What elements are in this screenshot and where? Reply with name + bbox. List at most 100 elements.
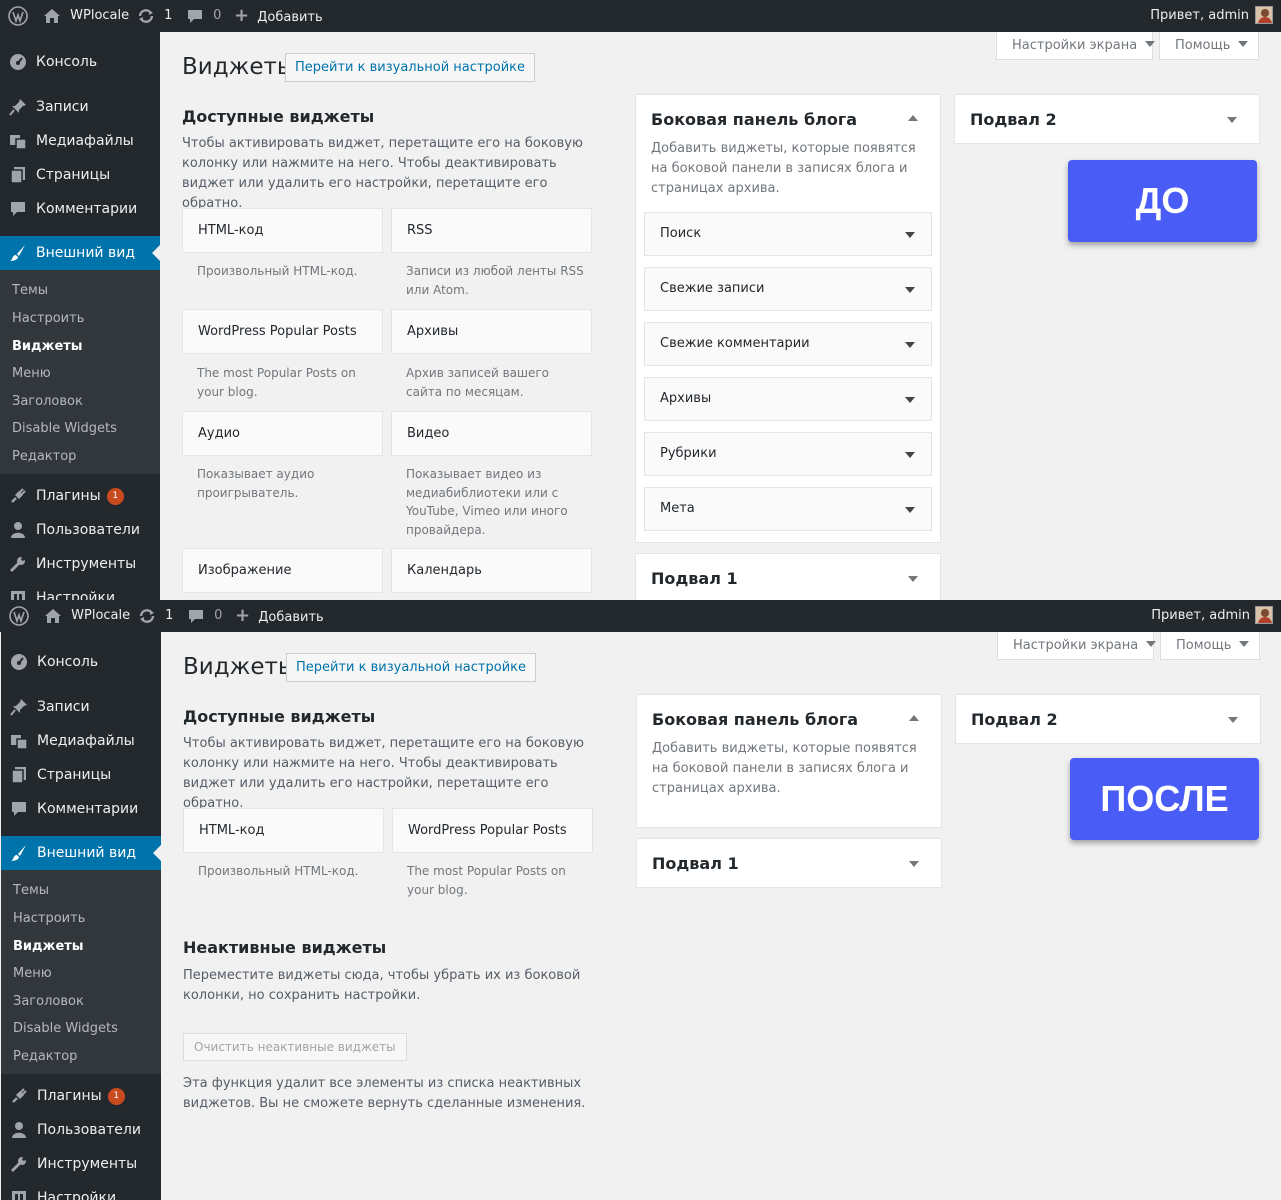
blog-sidebar-area[interactable]: Боковая панель блога Добавить виджеты, к… bbox=[635, 94, 941, 543]
caret-down-icon[interactable] bbox=[905, 397, 915, 403]
sidebar-widget-categories[interactable]: Рубрики bbox=[644, 432, 932, 476]
menu-media[interactable]: Медиафайлы bbox=[0, 124, 160, 158]
widget-html[interactable]: HTML-код bbox=[183, 808, 384, 853]
submenu-editor[interactable]: Редактор bbox=[13, 1047, 77, 1067]
menu-label: Плагины bbox=[36, 488, 101, 504]
caret-down-icon[interactable] bbox=[905, 507, 915, 513]
comments-link[interactable]: 0 bbox=[187, 600, 222, 632]
caret-up-icon[interactable] bbox=[908, 115, 918, 121]
blog-sidebar-area[interactable]: Боковая панель блога Добавить виджеты, к… bbox=[636, 694, 942, 828]
submenu-editor[interactable]: Редактор bbox=[12, 447, 76, 467]
menu-comments[interactable]: Комментарии bbox=[0, 192, 160, 226]
menu-label: Комментарии bbox=[36, 201, 138, 217]
menu-settings[interactable]: Настройки bbox=[1, 1181, 161, 1200]
avatar[interactable] bbox=[1255, 6, 1273, 24]
menu-tools[interactable]: Инструменты bbox=[1, 1147, 161, 1181]
user-icon bbox=[11, 522, 25, 538]
submenu-themes[interactable]: Темы bbox=[13, 881, 49, 901]
widget-image[interactable]: Изображение bbox=[182, 548, 383, 593]
caret-down-icon[interactable] bbox=[909, 861, 919, 867]
caret-down-icon[interactable] bbox=[905, 342, 915, 348]
sidebar-widget-recent-posts[interactable]: Свежие записи bbox=[644, 267, 932, 311]
avatar[interactable] bbox=[1255, 606, 1273, 624]
add-new-link[interactable]: + Добавить bbox=[234, 0, 323, 32]
updates-icon bbox=[138, 8, 154, 23]
caret-down-icon bbox=[1239, 640, 1250, 647]
screen-options-button[interactable]: Настройки экрана bbox=[997, 632, 1157, 660]
customize-button[interactable]: Перейти к визуальной настройке bbox=[285, 53, 535, 82]
widget-video[interactable]: Видео bbox=[391, 411, 592, 456]
menu-comments[interactable]: Комментарии bbox=[1, 792, 161, 826]
widget-audio[interactable]: Аудио bbox=[182, 411, 383, 456]
submenu-menus[interactable]: Меню bbox=[13, 964, 52, 984]
caret-down-icon[interactable] bbox=[1227, 117, 1237, 123]
footer-2-area[interactable]: Подвал 2 bbox=[954, 94, 1260, 144]
menu-tools[interactable]: Инструменты bbox=[0, 547, 160, 581]
widget-title: Поиск bbox=[660, 226, 702, 241]
sidebar-widget-archives[interactable]: Архивы bbox=[644, 377, 932, 421]
available-widgets-heading: Доступные виджеты bbox=[183, 707, 376, 726]
site-home-link[interactable]: WPlocale bbox=[43, 0, 129, 32]
wordpress-logo-icon[interactable] bbox=[8, 0, 28, 32]
submenu-widgets[interactable]: Виджеты bbox=[13, 937, 84, 957]
sidebar-widget-meta[interactable]: Мета bbox=[644, 487, 932, 531]
help-button[interactable]: Помощь bbox=[1160, 632, 1260, 660]
widget-popular-posts[interactable]: WordPress Popular Posts bbox=[392, 808, 593, 853]
caret-down-icon[interactable] bbox=[905, 232, 915, 238]
caret-down-icon[interactable] bbox=[905, 287, 915, 293]
updates-link[interactable]: 1 bbox=[136, 0, 172, 32]
menu-users[interactable]: Пользователи bbox=[0, 513, 160, 547]
screen-options-button[interactable]: Настройки экрана bbox=[996, 32, 1156, 60]
submenu-customize[interactable]: Настроить bbox=[12, 309, 84, 329]
customize-button[interactable]: Перейти к визуальной настройке bbox=[286, 653, 536, 682]
footer-1-area[interactable]: Подвал 1 bbox=[635, 553, 941, 600]
submenu-menus[interactable]: Меню bbox=[12, 364, 51, 384]
wordpress-logo-icon[interactable] bbox=[9, 600, 29, 632]
menu-dashboard[interactable]: Консоль bbox=[1, 645, 161, 679]
submenu-customize[interactable]: Настроить bbox=[13, 909, 85, 929]
site-home-link[interactable]: WPlocale bbox=[44, 600, 130, 632]
menu-posts[interactable]: Записи bbox=[0, 90, 160, 124]
menu-plugins[interactable]: Плагины 1 bbox=[0, 479, 160, 513]
blog-sidebar-title: Боковая панель блога bbox=[652, 710, 859, 729]
submenu-header[interactable]: Заголовок bbox=[12, 392, 83, 412]
my-account-link[interactable]: Привет, admin bbox=[1151, 600, 1250, 632]
plus-icon: + bbox=[234, 5, 250, 26]
add-new-link[interactable]: + Добавить bbox=[235, 600, 324, 632]
clear-inactive-widgets-button[interactable]: Очистить неактивные виджеты bbox=[183, 1033, 407, 1061]
widget-rss[interactable]: RSS bbox=[391, 208, 592, 253]
help-button[interactable]: Помощь bbox=[1159, 32, 1259, 60]
widget-popular-posts[interactable]: WordPress Popular Posts bbox=[182, 309, 383, 354]
menu-pages[interactable]: Страницы bbox=[1, 758, 161, 792]
updates-link[interactable]: 1 bbox=[137, 600, 173, 632]
widget-html[interactable]: HTML-код bbox=[182, 208, 383, 253]
menu-settings[interactable]: Настройки bbox=[0, 581, 160, 600]
blog-sidebar-description: Добавить виджеты, которые появятся на бо… bbox=[652, 741, 917, 796]
submenu-disable-widgets[interactable]: Disable Widgets bbox=[12, 419, 117, 439]
menu-dashboard[interactable]: Консоль bbox=[0, 45, 160, 79]
menu-appearance[interactable]: Внешний вид bbox=[0, 236, 160, 270]
submenu-widgets[interactable]: Виджеты bbox=[12, 337, 83, 357]
menu-users[interactable]: Пользователи bbox=[1, 1113, 161, 1147]
footer-1-area[interactable]: Подвал 1 bbox=[636, 838, 942, 888]
widget-calendar[interactable]: Календарь bbox=[391, 548, 592, 593]
caret-up-icon[interactable] bbox=[909, 715, 919, 721]
submenu-disable-widgets[interactable]: Disable Widgets bbox=[13, 1019, 118, 1039]
wrench-icon bbox=[10, 1157, 26, 1173]
sidebar-widget-search[interactable]: Поиск bbox=[644, 212, 932, 256]
menu-appearance[interactable]: Внешний вид bbox=[1, 836, 161, 870]
my-account-link[interactable]: Привет, admin bbox=[1150, 0, 1249, 32]
caret-down-icon[interactable] bbox=[1228, 717, 1238, 723]
menu-posts[interactable]: Записи bbox=[1, 690, 161, 724]
widget-archives[interactable]: Архивы bbox=[391, 309, 592, 354]
caret-down-icon[interactable] bbox=[908, 576, 918, 582]
comments-link[interactable]: 0 bbox=[186, 0, 221, 32]
menu-plugins[interactable]: Плагины 1 bbox=[1, 1079, 161, 1113]
sidebar-widget-recent-comments[interactable]: Свежие комментарии bbox=[644, 322, 932, 366]
footer-2-area[interactable]: Подвал 2 bbox=[955, 694, 1261, 744]
submenu-header[interactable]: Заголовок bbox=[13, 992, 84, 1012]
submenu-themes[interactable]: Темы bbox=[12, 281, 48, 301]
caret-down-icon[interactable] bbox=[905, 452, 915, 458]
menu-media[interactable]: Медиафайлы bbox=[1, 724, 161, 758]
menu-pages[interactable]: Страницы bbox=[0, 158, 160, 192]
